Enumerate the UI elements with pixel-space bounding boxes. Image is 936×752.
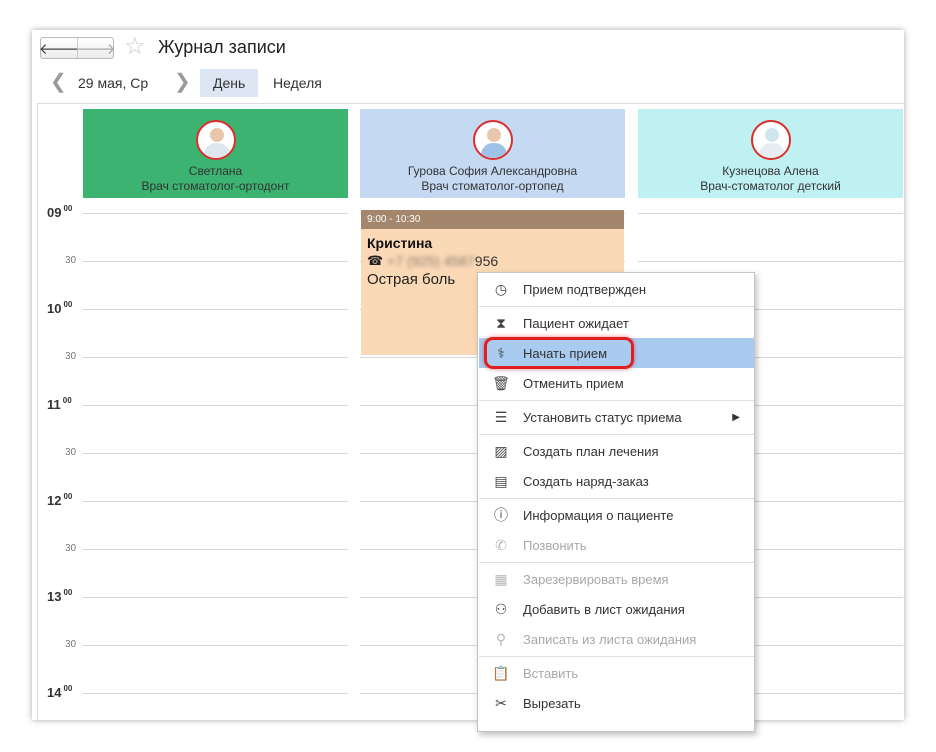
phone-end: 956 bbox=[474, 253, 499, 269]
menu-item-call[interactable]: ✆ Позвонить bbox=[479, 530, 754, 560]
doctor-name: Гурова София Александровна bbox=[407, 164, 578, 178]
doctor-header[interactable]: Кузнецова Алена Врач-стоматолог детский bbox=[638, 109, 903, 198]
chevron-left-icon[interactable]: ❮ bbox=[50, 71, 67, 93]
menu-item-patient-waiting[interactable]: ⧗ Пациент ожидает bbox=[479, 308, 754, 338]
grid-line bbox=[83, 645, 348, 646]
phone-icon: ☎ bbox=[367, 253, 384, 268]
menu-item-work-order[interactable]: ▤ Создать наряд-заказ bbox=[479, 466, 754, 496]
hour-label: 10 00 bbox=[47, 300, 73, 316]
avatar bbox=[750, 120, 791, 160]
half-hour-label: 30 bbox=[65, 351, 77, 362]
back-button[interactable]: 🡐 bbox=[38, 38, 80, 58]
grid-line bbox=[83, 597, 348, 598]
star-icon[interactable]: ☆ bbox=[124, 34, 146, 60]
menu-item-set-status[interactable]: ☰ Установить статус приема ▶ bbox=[479, 402, 754, 432]
menu-item-patient-info[interactable]: ⓘ Информация о пациенте bbox=[479, 500, 754, 530]
grid-line bbox=[83, 357, 348, 358]
grid-line bbox=[638, 213, 903, 214]
patient-phone: ☎ +7 (925) 4587 956 bbox=[361, 251, 624, 269]
arrow-left-icon: 🡐 bbox=[38, 40, 80, 58]
current-date[interactable]: 29 мая, Ср bbox=[78, 75, 148, 91]
avatar bbox=[472, 120, 513, 160]
menu-item-add-waitlist[interactable]: ⚇ Добавить в лист ожидания bbox=[479, 594, 754, 624]
trash-icon: 🗑 bbox=[492, 374, 510, 391]
grid-line bbox=[83, 549, 348, 550]
menu-item-reserve-time[interactable]: ▦ Зарезервировать время bbox=[479, 564, 754, 594]
hour-label: 13 00 bbox=[47, 588, 73, 604]
menu-item-book-from-waitlist[interactable]: ⚲ Записать из листа ожидания bbox=[479, 624, 754, 654]
phone-icon: ✆ bbox=[495, 536, 507, 553]
hourglass-icon: ⧗ bbox=[496, 314, 506, 331]
date-toolbar: ❮ 29 мая, Ср ❯ День Неделя bbox=[32, 69, 904, 97]
grid-line bbox=[83, 309, 348, 310]
forward-button[interactable]: 🡒 bbox=[75, 38, 116, 58]
menu-item-cut[interactable]: ✂ Вырезать bbox=[479, 688, 754, 718]
doctor-header[interactable]: Светлана Врач стоматолог-ортодонт bbox=[83, 109, 348, 198]
submenu-arrow-icon: ▶ bbox=[732, 411, 740, 423]
phone-blurred: +7 (925) 4587 bbox=[387, 253, 475, 269]
menu-item-confirmed[interactable]: ◷ Прием подтвержден bbox=[479, 274, 754, 304]
doctor-role: Врач стоматолог-ортопед bbox=[421, 179, 564, 193]
doctor-header[interactable]: Гурова София Александровна Врач стоматол… bbox=[360, 109, 625, 198]
avatar bbox=[195, 120, 236, 160]
grid-line bbox=[83, 405, 348, 406]
doctor-name: Светлана bbox=[188, 164, 243, 178]
page-title: Журнал записи bbox=[158, 37, 286, 57]
clipboard-icon: 📋 bbox=[492, 664, 510, 681]
hour-label: 09 00 bbox=[47, 204, 73, 220]
doctor-name: Кузнецова Алена bbox=[722, 164, 819, 178]
info-icon: ⓘ bbox=[494, 507, 508, 523]
grid-line bbox=[83, 501, 348, 502]
doctor-role: Врач стоматолог-ортодонт bbox=[141, 179, 290, 193]
arrow-right-icon: 🡒 bbox=[75, 40, 116, 58]
scissors-icon: ✂ bbox=[495, 694, 507, 711]
doctor-role: Врач-стоматолог детский bbox=[700, 179, 841, 193]
hour-label: 11 00 bbox=[47, 396, 72, 412]
grid-line bbox=[83, 693, 348, 694]
order-doc-icon: ▤ bbox=[494, 472, 508, 489]
grid-line bbox=[83, 213, 348, 214]
half-hour-label: 30 bbox=[65, 447, 77, 458]
menu-item-cancel-appointment[interactable]: 🗑 Отменить прием bbox=[479, 368, 754, 398]
calendar-icon: ▦ bbox=[494, 570, 508, 587]
grid-line bbox=[83, 261, 348, 262]
app-window: 🡐 🡒 ☆ Журнал записи ❮ 29 мая, Ср ❯ День … bbox=[32, 30, 904, 720]
tab-day[interactable]: День bbox=[200, 69, 259, 97]
grid-line bbox=[83, 453, 348, 454]
half-hour-label: 30 bbox=[65, 543, 77, 554]
list-icon: ☰ bbox=[494, 408, 508, 425]
person-key-icon: ⚲ bbox=[495, 630, 507, 647]
chart-doc-icon: ▨ bbox=[494, 442, 508, 459]
grid-line bbox=[638, 261, 903, 262]
half-hour-label: 30 bbox=[65, 639, 77, 650]
hour-label: 12 00 bbox=[47, 492, 73, 508]
check-circle-icon: ◷ bbox=[494, 280, 508, 297]
hour-label: 14 00 bbox=[47, 684, 73, 700]
tab-week[interactable]: Неделя bbox=[260, 69, 335, 97]
chevron-right-icon[interactable]: ❯ bbox=[174, 71, 191, 93]
appointment-time: 9:00 - 10:30 bbox=[361, 210, 624, 229]
annotation-highlight-ring bbox=[484, 337, 634, 369]
history-nav: 🡐 🡒 bbox=[38, 37, 116, 59]
menu-item-treatment-plan[interactable]: ▨ Создать план лечения bbox=[479, 436, 754, 466]
menu-item-paste[interactable]: 📋 Вставить bbox=[479, 658, 754, 688]
schedule-grid: Светлана Врач стоматолог-ортодонт Гурова… bbox=[37, 103, 904, 720]
patient-name: Кристина bbox=[367, 235, 433, 251]
person-clock-icon: ⚇ bbox=[494, 600, 508, 617]
half-hour-label: 30 bbox=[65, 255, 77, 266]
